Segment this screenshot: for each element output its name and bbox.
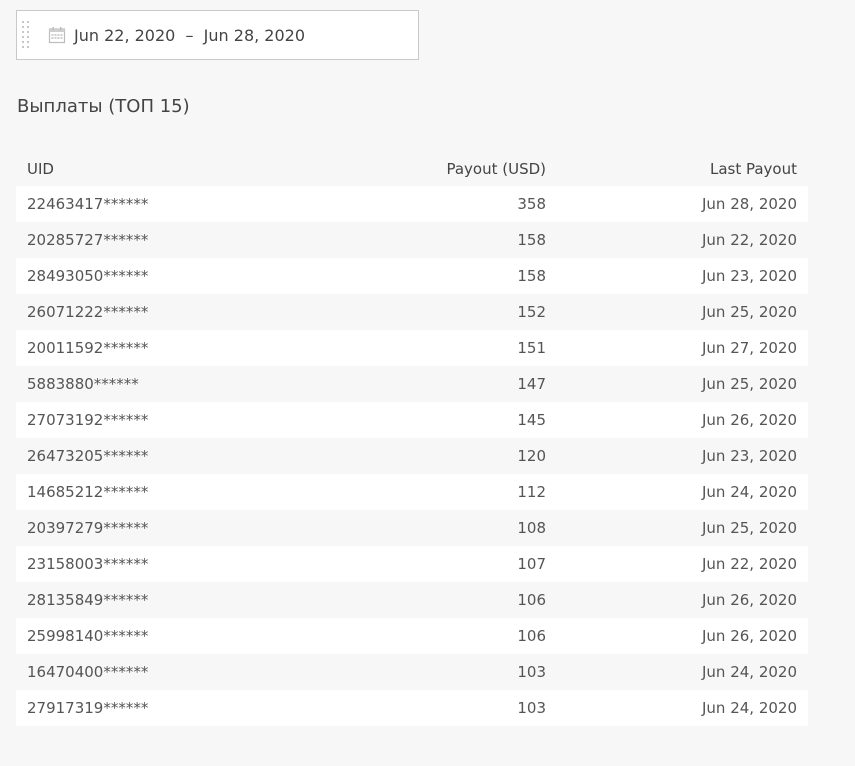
uid-cell: 23158003****** [27, 555, 149, 573]
table-body: 22463417****** 358 Jun 28, 2020 20285727***… [16, 186, 808, 726]
last-payout-cell: Jun 23, 2020 [701, 267, 797, 285]
payouts-table: UID Payout (USD) Last Payout 22463417***… [16, 152, 808, 726]
table-row: 20397279****** 108 Jun 25, 2020 [16, 510, 808, 546]
date-range-picker[interactable]: Jun 22, 2020 – Jun 28, 2020 [16, 10, 419, 60]
table-row: 28135849****** 106 Jun 26, 2020 [16, 582, 808, 618]
payout-cell: 120 [517, 447, 546, 465]
table-row: 5883880****** 147 Jun 25, 2020 [16, 366, 808, 402]
payout-cell: 112 [517, 483, 546, 501]
uid-cell: 16470400****** [27, 663, 149, 681]
payout-cell: 107 [517, 555, 546, 573]
uid-cell: 26071222****** [27, 303, 149, 321]
payout-cell: 103 [517, 663, 546, 681]
payout-cell: 147 [517, 375, 546, 393]
uid-cell: 20397279****** [27, 519, 149, 537]
last-payout-cell: Jun 27, 2020 [701, 339, 797, 357]
section-title: Выплаты (ТОП 15) [17, 96, 190, 117]
last-payout-cell: Jun 23, 2020 [701, 447, 797, 465]
table-row: 27073192****** 145 Jun 26, 2020 [16, 402, 808, 438]
table-row: 26071222****** 152 Jun 25, 2020 [16, 294, 808, 330]
column-header-uid: UID [27, 160, 54, 178]
table-row: 27917319****** 103 Jun 24, 2020 [16, 690, 808, 726]
uid-cell: 5883880****** [27, 375, 139, 393]
table-row: 20285727****** 158 Jun 22, 2020 [16, 222, 808, 258]
uid-cell: 27073192****** [27, 411, 149, 429]
last-payout-cell: Jun 24, 2020 [701, 699, 797, 717]
payout-cell: 358 [517, 195, 546, 213]
table-row: 20011592****** 151 Jun 27, 2020 [16, 330, 808, 366]
date-range-text[interactable]: Jun 22, 2020 – Jun 28, 2020 [74, 26, 305, 45]
drag-handle-icon[interactable] [22, 20, 34, 50]
table-row: 14685212****** 112 Jun 24, 2020 [16, 474, 808, 510]
last-payout-cell: Jun 28, 2020 [701, 195, 797, 213]
table-row: 22463417****** 358 Jun 28, 2020 [16, 186, 808, 222]
table-row: 25998140****** 106 Jun 26, 2020 [16, 618, 808, 654]
payout-cell: 108 [517, 519, 546, 537]
last-payout-cell: Jun 24, 2020 [701, 663, 797, 681]
payout-cell: 103 [517, 699, 546, 717]
payout-cell: 151 [517, 339, 546, 357]
table-header-row: UID Payout (USD) Last Payout [16, 152, 808, 186]
last-payout-cell: Jun 25, 2020 [701, 519, 797, 537]
payout-cell: 106 [517, 591, 546, 609]
table-row: 23158003****** 107 Jun 22, 2020 [16, 546, 808, 582]
uid-cell: 26473205****** [27, 447, 149, 465]
uid-cell: 20011592****** [27, 339, 149, 357]
payout-cell: 152 [517, 303, 546, 321]
uid-cell: 28135849****** [27, 591, 149, 609]
table-row: 16470400****** 103 Jun 24, 2020 [16, 654, 808, 690]
payout-cell: 106 [517, 627, 546, 645]
payout-cell: 145 [517, 411, 546, 429]
last-payout-cell: Jun 25, 2020 [701, 303, 797, 321]
last-payout-cell: Jun 25, 2020 [701, 375, 797, 393]
calendar-icon [48, 26, 66, 44]
payout-cell: 158 [517, 267, 546, 285]
table-row: 26473205****** 120 Jun 23, 2020 [16, 438, 808, 474]
last-payout-cell: Jun 24, 2020 [701, 483, 797, 501]
uid-cell: 28493050****** [27, 267, 149, 285]
uid-cell: 20285727****** [27, 231, 149, 249]
last-payout-cell: Jun 22, 2020 [701, 555, 797, 573]
column-header-last-payout: Last Payout [709, 160, 797, 178]
uid-cell: 22463417****** [27, 195, 149, 213]
last-payout-cell: Jun 26, 2020 [701, 627, 797, 645]
last-payout-cell: Jun 26, 2020 [701, 591, 797, 609]
uid-cell: 25998140****** [27, 627, 149, 645]
last-payout-cell: Jun 22, 2020 [701, 231, 797, 249]
payout-cell: 158 [517, 231, 546, 249]
uid-cell: 14685212****** [27, 483, 149, 501]
table-row: 28493050****** 158 Jun 23, 2020 [16, 258, 808, 294]
uid-cell: 27917319****** [27, 699, 149, 717]
column-header-payout: Payout (USD) [446, 160, 546, 178]
last-payout-cell: Jun 26, 2020 [701, 411, 797, 429]
